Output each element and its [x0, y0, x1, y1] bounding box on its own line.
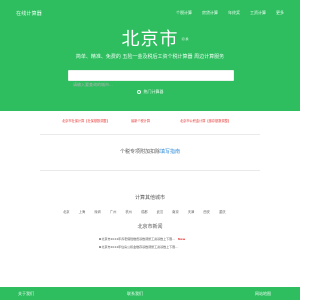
recent-text: 个税专项附加扣除	[119, 149, 160, 155]
city-link[interactable]: 广州	[110, 209, 117, 214]
hero-tip[interactable]: 热门计算器	[0, 89, 300, 95]
promo-row: 北京市社保计算【社保基数调整】 最新个税计算 北京市公积金计算【缴存基数调整】	[0, 118, 300, 130]
city-link[interactable]: 西安	[203, 209, 210, 214]
news-item[interactable]: 北京市2024年住房公积金缴存基数调整工资基数上下限...	[99, 245, 299, 249]
promo-link[interactable]: 北京市社保计算【社保基数调整】	[62, 118, 110, 123]
nav-item[interactable]: 年终奖	[228, 10, 240, 16]
city-switch-link[interactable]: 切换	[182, 29, 190, 49]
nav-item[interactable]: 个税计算	[176, 10, 192, 16]
other-cities-title: 计算其他城市	[134, 195, 165, 201]
city-link[interactable]: 天津	[188, 209, 195, 214]
city-link[interactable]: 武汉	[157, 209, 164, 214]
divider	[40, 134, 260, 135]
recent-calculators: 个税专项附加扣除填写指南	[0, 148, 300, 155]
news-text: 北京市2024年住房公积金缴存基数调整工资基数上下限...	[101, 245, 179, 249]
city-link[interactable]: 南京	[172, 209, 179, 214]
city-link[interactable]: 北京	[63, 209, 70, 214]
footer-link[interactable]: 关于我们	[18, 291, 34, 297]
city-list: 北京 上海 深圳 广州 杭州 成都 武汉 南京 天津 西安 重庆	[63, 209, 226, 214]
info-icon	[136, 90, 141, 94]
news-text: 北京市2024年养老保险缴费基数调整工资基数上下限...	[101, 237, 176, 241]
hero-tip-text: 热门计算器	[143, 89, 164, 94]
promo-link[interactable]: 北京市公积金计算【缴存基数调整】	[180, 118, 231, 123]
footer-link[interactable]: 网站地图	[255, 291, 271, 297]
nav-item[interactable]: 工资计算	[250, 10, 266, 16]
footer-link[interactable]: 联系我们	[127, 291, 143, 297]
divider	[40, 170, 260, 171]
brand-logo[interactable]: 在线计算器	[16, 10, 42, 17]
search-box	[68, 70, 234, 89]
city-link[interactable]: 上海	[79, 209, 86, 214]
bullet-icon	[99, 246, 101, 248]
hero-banner: 在线计算器 个税计算 房贷计算 年终奖 工资计算 更多 北京市 切换 简单、精准…	[0, 0, 300, 111]
nav-item[interactable]: 房贷计算	[202, 10, 218, 16]
city-link[interactable]: 成都	[141, 209, 148, 214]
footer: 关于我们 联系我们 网站地图	[0, 287, 300, 300]
promo-link[interactable]: 最新个税计算	[131, 118, 150, 123]
city-link[interactable]: 深圳	[94, 209, 101, 214]
search-input[interactable]	[69, 80, 233, 89]
city-link[interactable]: 重庆	[219, 209, 226, 214]
recent-link[interactable]: 填写指南	[160, 149, 180, 155]
top-nav: 个税计算 房贷计算 年终奖 工资计算 更多	[176, 10, 284, 16]
city-link[interactable]: 杭州	[125, 209, 132, 214]
city-title: 北京市 切换	[121, 29, 189, 50]
news-item[interactable]: 北京市2024年养老保险缴费基数调整工资基数上下限... New	[99, 237, 299, 241]
bullet-icon	[99, 238, 101, 240]
title-wrap: 北京市 切换	[0, 30, 300, 50]
city-title-text: 北京市	[121, 29, 179, 50]
new-badge: New	[178, 237, 186, 241]
nav-item[interactable]: 更多	[276, 10, 284, 16]
hero-subtitle: 简单、精准、免费的 五险一金及税后工资个税计算器 周边计算服务	[75, 54, 225, 60]
top-bar: 在线计算器 个税计算 房贷计算 年终奖 工资计算 更多	[0, 0, 300, 22]
news-title: 北京市新闻	[137, 224, 163, 230]
